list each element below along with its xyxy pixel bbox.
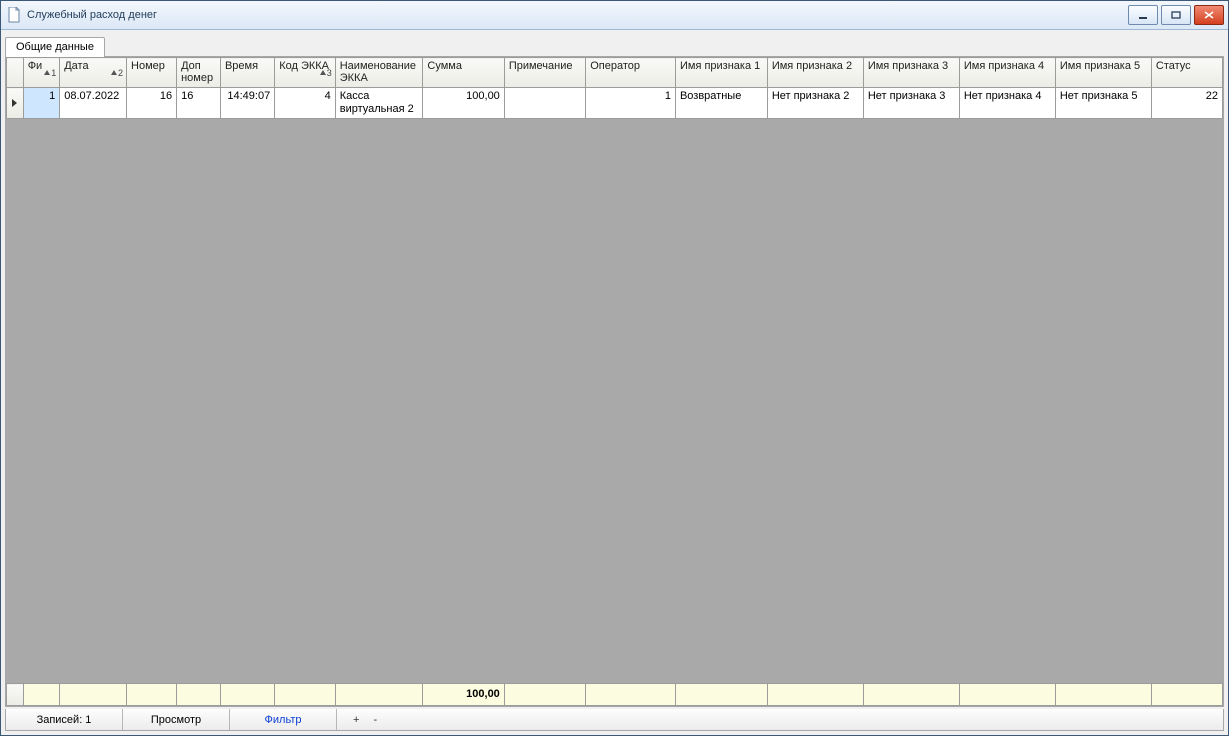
document-icon xyxy=(7,7,21,23)
col-attr4[interactable]: Имя признака 4 xyxy=(959,58,1055,88)
col-status[interactable]: Статус xyxy=(1151,58,1222,88)
header-row: Фи 1 Дата 2 xyxy=(7,58,1223,88)
total-attr1 xyxy=(675,684,767,706)
col-attr2[interactable]: Имя признака 2 xyxy=(767,58,863,88)
records-count[interactable]: Записей: 1 xyxy=(6,709,123,730)
cell-number[interactable]: 16 xyxy=(127,88,177,119)
col-date[interactable]: Дата 2 xyxy=(60,58,127,88)
minimize-button[interactable] xyxy=(1128,5,1158,25)
cell-status[interactable]: 22 xyxy=(1151,88,1222,119)
total-dopnum xyxy=(177,684,221,706)
remove-button[interactable]: - xyxy=(373,714,377,726)
total-attr2 xyxy=(767,684,863,706)
title-bar[interactable]: Служебный расход денег xyxy=(1,1,1228,30)
total-date xyxy=(60,684,127,706)
tab-general[interactable]: Общие данные xyxy=(5,37,105,57)
totals-row: 100,00 xyxy=(6,683,1223,706)
sort-indicator-icon: 1 xyxy=(44,67,56,79)
total-status xyxy=(1151,684,1222,706)
sort-indicator-icon: 3 xyxy=(320,67,332,79)
col-attr3[interactable]: Имя признака 3 xyxy=(863,58,959,88)
cell-nameekka[interactable]: Касса виртуальная 2 xyxy=(335,88,423,119)
total-selector xyxy=(7,684,24,706)
data-row[interactable]: 1 08.07.2022 16 16 14:49:07 4 Касса вирт… xyxy=(7,88,1223,119)
window-buttons xyxy=(1128,5,1224,25)
col-time[interactable]: Время xyxy=(220,58,274,88)
grid-empty-area[interactable] xyxy=(6,119,1223,683)
total-attr3 xyxy=(863,684,959,706)
col-date-label: Дата xyxy=(64,60,88,72)
col-fi-label: Фи xyxy=(28,60,43,72)
col-attr5[interactable]: Имя признака 5 xyxy=(1055,58,1151,88)
col-dopnum[interactable]: Доп номер xyxy=(177,58,221,88)
tab-strip: Общие данные xyxy=(5,34,1224,56)
close-button[interactable] xyxy=(1194,5,1224,25)
current-row-icon xyxy=(12,99,18,107)
cell-attr3[interactable]: Нет признака 3 xyxy=(863,88,959,119)
cell-time[interactable]: 14:49:07 xyxy=(220,88,274,119)
col-nameekka[interactable]: Наименование ЭККА xyxy=(335,58,423,88)
row-indicator[interactable] xyxy=(7,88,24,119)
cell-fi[interactable]: 1 xyxy=(23,88,60,119)
app-window: Служебный расход денег Общие данные xyxy=(0,0,1229,736)
cell-attr4[interactable]: Нет признака 4 xyxy=(959,88,1055,119)
cell-attr1[interactable]: Возвратные xyxy=(675,88,767,119)
col-fi[interactable]: Фи 1 xyxy=(23,58,60,88)
total-kodekka xyxy=(275,684,336,706)
cell-oper[interactable]: 1 xyxy=(586,88,676,119)
window-title: Служебный расход денег xyxy=(27,9,1128,21)
data-grid[interactable]: Фи 1 Дата 2 xyxy=(5,56,1224,707)
total-number xyxy=(127,684,177,706)
col-sum[interactable]: Сумма xyxy=(423,58,504,88)
total-time xyxy=(220,684,274,706)
col-oper[interactable]: Оператор xyxy=(586,58,676,88)
maximize-button[interactable] xyxy=(1161,5,1191,25)
cell-attr2[interactable]: Нет признака 2 xyxy=(767,88,863,119)
total-attr5 xyxy=(1055,684,1151,706)
total-nameekka xyxy=(335,684,423,706)
cell-date[interactable]: 08.07.2022 xyxy=(60,88,127,119)
total-oper xyxy=(586,684,676,706)
col-kodekka[interactable]: Код ЭККА 3 xyxy=(275,58,336,88)
grid-table: Фи 1 Дата 2 xyxy=(6,57,1223,119)
row-selector-header[interactable] xyxy=(7,58,24,88)
total-fi xyxy=(23,684,60,706)
col-attr1[interactable]: Имя признака 1 xyxy=(675,58,767,88)
add-button[interactable]: + xyxy=(353,714,359,726)
client-area: Общие данные Фи xyxy=(1,30,1228,735)
col-note[interactable]: Примечание xyxy=(504,58,585,88)
status-bar: Записей: 1 Просмотр Фильтр + - xyxy=(5,709,1224,731)
cell-attr5[interactable]: Нет признака 5 xyxy=(1055,88,1151,119)
filter-button[interactable]: Фильтр xyxy=(230,709,337,730)
add-remove-group: + - xyxy=(337,709,393,730)
view-mode-button[interactable]: Просмотр xyxy=(123,709,230,730)
total-sum: 100,00 xyxy=(423,684,504,706)
sort-indicator-icon: 2 xyxy=(111,67,123,79)
total-note xyxy=(504,684,585,706)
col-number[interactable]: Номер xyxy=(127,58,177,88)
cell-dopnum[interactable]: 16 xyxy=(177,88,221,119)
cell-sum[interactable]: 100,00 xyxy=(423,88,504,119)
cell-note[interactable] xyxy=(504,88,585,119)
total-attr4 xyxy=(959,684,1055,706)
cell-kodekka[interactable]: 4 xyxy=(275,88,336,119)
